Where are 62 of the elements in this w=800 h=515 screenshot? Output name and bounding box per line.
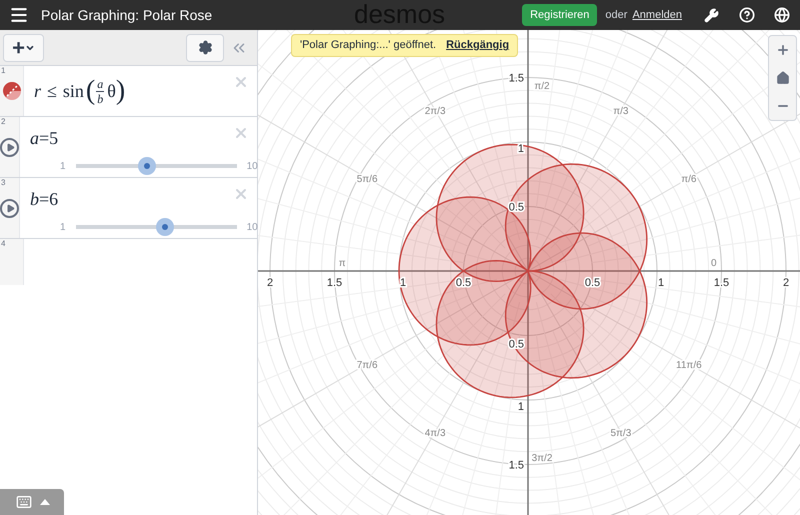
angle-label: π/2 bbox=[534, 81, 550, 92]
angle-label: π/6 bbox=[681, 174, 696, 186]
keyboard-icon bbox=[14, 494, 34, 510]
angle-label: 4π/3 bbox=[424, 428, 446, 439]
graph-title: Polar Graphing: Polar Rose bbox=[41, 6, 212, 25]
axis-tick-label: 0.5 bbox=[584, 277, 600, 289]
login-link[interactable]: Anmelden bbox=[632, 6, 682, 24]
caret-up-icon bbox=[40, 499, 50, 505]
or-text: oder bbox=[605, 8, 628, 23]
row-number: 4 bbox=[1, 240, 6, 248]
axis-tick-label: 1 bbox=[400, 277, 406, 289]
axis-tick-label: 1 bbox=[518, 143, 524, 155]
play-button[interactable] bbox=[0, 138, 19, 156]
axis-tick-label: 1 bbox=[518, 401, 524, 413]
angle-label: 2π/3 bbox=[424, 106, 446, 118]
globe-icon[interactable] bbox=[774, 7, 790, 23]
slider-row[interactable]: 2 a=5 1 10 bbox=[0, 117, 257, 178]
slider-max-label: 10 bbox=[246, 160, 258, 174]
slider-thumb[interactable] bbox=[156, 218, 174, 236]
row-number: 3 bbox=[1, 179, 6, 187]
axis-tick-label: 2 bbox=[782, 277, 790, 289]
keyboard-button[interactable] bbox=[0, 489, 64, 515]
axis-tick-label: 0.5 bbox=[456, 277, 472, 289]
angle-label: 5π/6 bbox=[356, 174, 378, 186]
variable-definition[interactable]: b=6 bbox=[30, 190, 258, 208]
zoom-in-icon[interactable] bbox=[776, 43, 790, 57]
menu-icon[interactable] bbox=[9, 5, 29, 25]
axis-tick-label: 0.5 bbox=[508, 202, 524, 214]
graph-style-icon[interactable] bbox=[2, 81, 22, 101]
row-number: 2 bbox=[1, 118, 6, 126]
axis-tick-label: 1 bbox=[658, 277, 664, 289]
angle-label: 5π/3 bbox=[610, 428, 632, 439]
angle-label: π bbox=[338, 258, 346, 269]
angle-label: 7π/6 bbox=[356, 360, 378, 371]
undo-link[interactable]: Rückgängig bbox=[446, 37, 510, 54]
add-button[interactable]: + bbox=[3, 34, 44, 62]
slider-min-label: 1 bbox=[60, 160, 66, 174]
toast-message: 'Polar Graphing:...' geöffnet. bbox=[300, 38, 436, 54]
axis-tick-label: 2 bbox=[266, 277, 274, 289]
axis-tick-label: 1.5 bbox=[326, 277, 342, 289]
settings-icon bbox=[198, 40, 212, 55]
slider-row[interactable]: 3 b=6 1 10 bbox=[0, 178, 257, 239]
slider-max-label: 10 bbox=[246, 220, 258, 234]
play-icon bbox=[6, 204, 14, 212]
variable-definition[interactable]: a=5 bbox=[30, 129, 258, 147]
empty-expression-row[interactable]: 4 bbox=[0, 239, 257, 285]
angle-label: π/3 bbox=[613, 106, 628, 118]
home-icon[interactable] bbox=[776, 71, 790, 85]
axis-tick-label: 1.5 bbox=[714, 277, 730, 289]
settings-button[interactable] bbox=[186, 34, 224, 62]
wrench-icon[interactable] bbox=[704, 8, 719, 22]
row-number: 1 bbox=[1, 67, 6, 75]
slider-thumb[interactable] bbox=[138, 157, 156, 175]
axis-tick-label: 1.5 bbox=[508, 72, 524, 84]
angle-label: 11π/6 bbox=[676, 360, 702, 371]
slider-min-label: 1 bbox=[60, 220, 66, 234]
play-icon bbox=[6, 142, 14, 152]
help-icon[interactable] bbox=[739, 7, 755, 23]
angle-label: 3π/2 bbox=[532, 452, 552, 464]
play-button[interactable] bbox=[0, 198, 19, 218]
angle-label: 0 bbox=[710, 258, 717, 269]
axis-tick-label: 1.5 bbox=[508, 460, 524, 472]
